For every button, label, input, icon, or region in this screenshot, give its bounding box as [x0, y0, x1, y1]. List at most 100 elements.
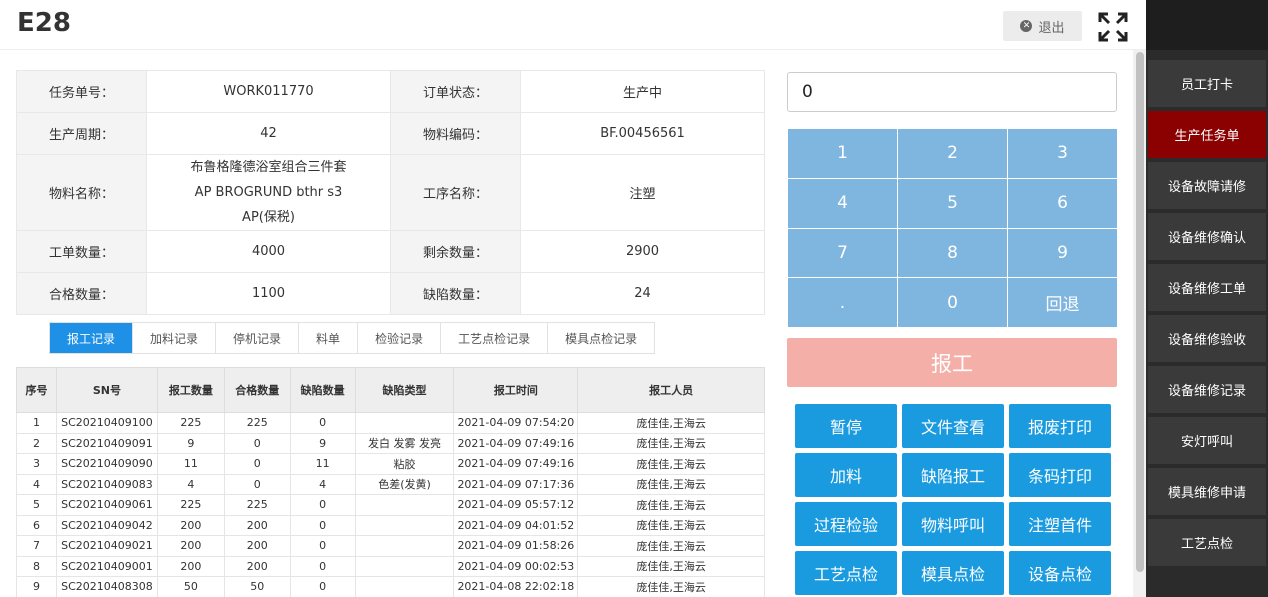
- info-value: 1100: [146, 272, 391, 315]
- action-button[interactable]: 报废打印: [1009, 404, 1111, 448]
- action-button[interactable]: 条码打印: [1009, 453, 1111, 497]
- tab-item[interactable]: 检验记录: [358, 323, 442, 353]
- action-button[interactable]: 文件查看: [902, 404, 1004, 448]
- keypad-key[interactable]: 3: [1008, 129, 1117, 178]
- table-cell: 2021-04-09 05:57:12: [453, 494, 579, 516]
- info-row: 合格数量： 1100 缺陷数量： 24: [16, 272, 765, 315]
- table-cell: 2021-04-09 07:49:16: [453, 432, 579, 454]
- report-records-table: 序号 SN号 报工数量 合格数量 缺陷数量 缺陷类型 报工时间 报工人员 1 SC2021040…: [16, 367, 765, 597]
- info-value: 24: [520, 272, 765, 315]
- table-cell: 粘胶: [354, 453, 455, 475]
- keypad-key[interactable]: 0: [898, 278, 1007, 327]
- table-cell: SC20210409090: [55, 453, 158, 475]
- keypad-key[interactable]: 5: [898, 178, 1007, 228]
- action-button[interactable]: 工艺点检: [795, 551, 897, 595]
- sidebar-item[interactable]: 设备维修记录: [1148, 366, 1266, 413]
- fullscreen-icon[interactable]: [1098, 12, 1128, 42]
- report-button[interactable]: 报工: [787, 338, 1117, 387]
- table-row[interactable]: 6 SC20210409042 200 200 0 2021-04-09 04:01:52…: [16, 514, 765, 536]
- tab-item[interactable]: 报工记录: [50, 323, 134, 353]
- sidebar-item[interactable]: 模具维修申请: [1148, 468, 1266, 515]
- table-cell: SC20210409042: [55, 514, 158, 536]
- action-button[interactable]: 模具点检: [902, 551, 1004, 595]
- info-label: 合格数量：: [16, 272, 147, 315]
- table-row[interactable]: 8 SC20210409001 200 200 0 2021-04-09 00:02:53…: [16, 555, 765, 577]
- keypad-key[interactable]: 7: [788, 228, 897, 278]
- table-cell: SC20210409100: [55, 412, 158, 434]
- table-row[interactable]: 7 SC20210409021 200 200 0 2021-04-09 01:58:26…: [16, 535, 765, 557]
- info-label: 生产周期：: [16, 112, 147, 155]
- sidebar-item[interactable]: 工艺点检: [1148, 519, 1266, 566]
- keypad-key[interactable]: 2: [898, 129, 1007, 178]
- action-button[interactable]: 暂停: [795, 404, 897, 448]
- table-cell: 2021-04-09 04:01:52: [453, 514, 579, 536]
- table-row[interactable]: 3 SC20210409090 11 0 11 粘胶 2021-04-09 07:49:16…: [16, 453, 765, 475]
- table-cell: 庞佳佳,王海云: [577, 432, 765, 454]
- logout-button[interactable]: ✕ 退出: [1003, 11, 1082, 41]
- action-button[interactable]: 加料: [795, 453, 897, 497]
- numeric-keypad: 1 2 3 4 5 6 7 8 9. 0 回退: [788, 129, 1117, 327]
- keypad-key[interactable]: .: [788, 278, 897, 327]
- tab-item[interactable]: 模具点检记录: [548, 323, 655, 353]
- tab-item[interactable]: 料单: [299, 323, 359, 353]
- keypad-key[interactable]: 6: [1008, 178, 1117, 228]
- table-row[interactable]: 1 SC20210409100 225 225 0 2021-04-09 07:54:20…: [16, 412, 765, 434]
- table-cell: 7: [16, 535, 57, 557]
- table-cell: 0: [223, 453, 291, 475]
- table-cell: 4: [156, 473, 225, 495]
- scrollbar-thumb[interactable]: [1136, 52, 1144, 572]
- info-label: 物料编码：: [390, 112, 521, 155]
- table-cell: 50: [156, 576, 225, 597]
- action-button[interactable]: 过程检验: [795, 502, 897, 546]
- tab-item[interactable]: 停机记录: [216, 323, 300, 353]
- tab-item[interactable]: 工艺点检记录: [441, 323, 549, 353]
- sidebar-item[interactable]: 设备维修工单: [1148, 264, 1266, 311]
- info-label: 物料名称：: [16, 154, 147, 231]
- table-cell: SC20210409091: [55, 432, 158, 454]
- table-cell: 庞佳佳,王海云: [577, 514, 765, 536]
- table-cell: [354, 576, 455, 597]
- keypad-key[interactable]: 回退: [1008, 278, 1117, 327]
- action-button[interactable]: 注塑首件: [1009, 502, 1111, 546]
- table-row[interactable]: 9 SC20210408308 50 50 0 2021-04-08 22:02:18 庞佳…: [16, 576, 765, 597]
- table-row[interactable]: 5 SC20210409061 225 225 0 2021-04-09 05:57:12…: [16, 494, 765, 516]
- table-cell: 5: [16, 494, 57, 516]
- action-button[interactable]: 缺陷报工: [902, 453, 1004, 497]
- sidebar-item[interactable]: 设备维修确认: [1148, 213, 1266, 260]
- table-cell: 225: [156, 494, 225, 516]
- table-header-row: 序号 SN号 报工数量 合格数量 缺陷数量 缺陷类型 报工时间 报工人员: [16, 367, 765, 413]
- keypad-key[interactable]: 8: [898, 228, 1007, 278]
- tab-item[interactable]: 加料记录: [133, 323, 217, 353]
- action-button[interactable]: 设备点检: [1009, 551, 1111, 595]
- info-row: 生产周期： 42 物料编码： BF.00456561: [16, 112, 765, 155]
- table-cell: 6: [16, 514, 57, 536]
- column-header: 报工人员: [577, 367, 765, 413]
- column-header: 报工数量: [156, 367, 225, 413]
- table-row[interactable]: 4 SC20210409083 4 0 4 色差(发黄) 2021-04-09 07:17:…: [16, 473, 765, 495]
- table-cell: 200: [156, 514, 225, 536]
- sidebar-top: [1146, 0, 1268, 50]
- table-cell: 庞佳佳,王海云: [577, 535, 765, 557]
- sidebar-item[interactable]: 设备维修验收: [1148, 315, 1266, 362]
- table-cell: 1: [16, 412, 57, 434]
- table-cell: 3: [16, 453, 57, 475]
- sidebar-item[interactable]: 员工打卡: [1148, 60, 1266, 107]
- sidebar-item[interactable]: 设备故障请修: [1148, 162, 1266, 209]
- table-cell: 庞佳佳,王海云: [577, 494, 765, 516]
- column-header: 合格数量: [223, 367, 291, 413]
- table-cell: 0: [223, 432, 291, 454]
- table-cell: 0: [223, 473, 291, 495]
- table-cell: 11: [289, 453, 356, 475]
- sidebar-item[interactable]: 生产任务单: [1148, 111, 1266, 158]
- table-row[interactable]: 2 SC20210409091 9 0 9 发白 发雾 发亮 2021-04-09 07:4…: [16, 432, 765, 454]
- action-button[interactable]: 物料呼叫: [902, 502, 1004, 546]
- sidebar-item[interactable]: 安灯呼叫: [1148, 417, 1266, 464]
- table-cell: 225: [223, 494, 291, 516]
- keypad-key[interactable]: 9: [1008, 228, 1117, 278]
- column-header: 序号: [16, 367, 57, 413]
- quantity-input[interactable]: 0: [787, 72, 1117, 112]
- keypad-key[interactable]: 4: [788, 178, 897, 228]
- table-cell: 4: [16, 473, 57, 495]
- keypad-key[interactable]: 1: [788, 129, 897, 178]
- column-header: 报工时间: [453, 367, 579, 413]
